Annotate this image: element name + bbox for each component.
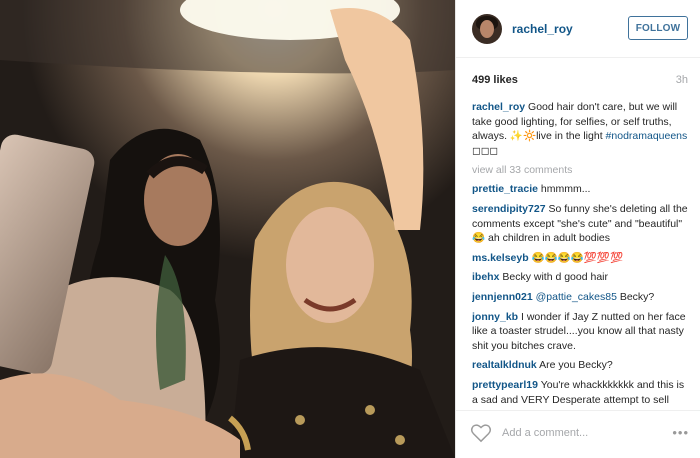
comment-username[interactable]: jennjenn021 <box>472 291 533 303</box>
comment-text: Becky? <box>619 290 655 303</box>
avatar[interactable] <box>472 14 502 44</box>
comment-username[interactable]: serendipity727 <box>472 203 546 215</box>
more-options-icon[interactable]: ••• <box>672 425 689 440</box>
comment-username[interactable]: ms.kelseyb <box>472 252 529 264</box>
post-header: rachel_roy FOLLOW <box>456 0 700 58</box>
comment: jennjenn021 @pattie_cakes85 Becky? <box>472 290 690 305</box>
post-time: 3h <box>675 74 688 86</box>
username-link[interactable]: rachel_roy <box>512 22 573 36</box>
instagram-post-embed: rachel_roy FOLLOW 499 likes 3h rachel_ro… <box>0 0 700 458</box>
comment-username[interactable]: prettypearl19 <box>472 379 538 391</box>
caption: rachel_roy Good hair don't care, but we … <box>472 100 690 158</box>
comment: realtalkldnuk Are you Becky? <box>472 358 690 373</box>
comment: serendipity727 So funny she's deleting a… <box>472 202 690 246</box>
comment: prettypearl19 You're whackkkkkkk and thi… <box>472 378 690 405</box>
caption-suffix: ◻◻◻ <box>472 144 499 157</box>
add-comment-input[interactable]: Add a comment... <box>502 427 588 439</box>
comments-list[interactable]: rachel_roy Good hair don't care, but we … <box>472 100 690 405</box>
post-photo[interactable] <box>0 0 455 458</box>
caption-hashtag[interactable]: #nodramaqueens <box>606 130 688 142</box>
comment-mention[interactable]: @pattie_cakes85 <box>536 291 617 303</box>
follow-button[interactable]: FOLLOW <box>628 16 688 40</box>
comment: prettie_tracie hmmmm... <box>472 182 690 197</box>
caption-username[interactable]: rachel_roy <box>472 101 525 113</box>
view-all-comments-link[interactable]: view all 33 comments <box>472 163 690 177</box>
likes-count[interactable]: 499 likes <box>472 74 518 86</box>
comment-text: hmmmm... <box>540 183 591 196</box>
comment: ibehx Becky with d good hair <box>472 270 690 285</box>
comment-username[interactable]: ibehx <box>472 271 499 283</box>
comment-username[interactable]: jonny_kb <box>472 311 518 323</box>
heart-icon[interactable] <box>470 423 492 448</box>
comment-text: Are you Becky? <box>539 359 613 372</box>
comment-username[interactable]: prettie_tracie <box>472 183 538 195</box>
selfie-photo-image <box>0 0 455 458</box>
comment-text: 😂😂😂😂💯💯💯 <box>531 251 624 264</box>
avatar-face <box>480 20 494 38</box>
comment-text: Becky with d good hair <box>502 271 609 284</box>
post-sidebar: rachel_roy FOLLOW 499 likes 3h rachel_ro… <box>455 0 700 458</box>
comment: ms.kelseyb 😂😂😂😂💯💯💯 <box>472 251 690 266</box>
comment-username[interactable]: realtalkldnuk <box>472 359 537 371</box>
comment-footer: Add a comment... ••• <box>456 410 700 458</box>
comment: jonny_kb I wonder if Jay Z nutted on her… <box>472 310 690 354</box>
